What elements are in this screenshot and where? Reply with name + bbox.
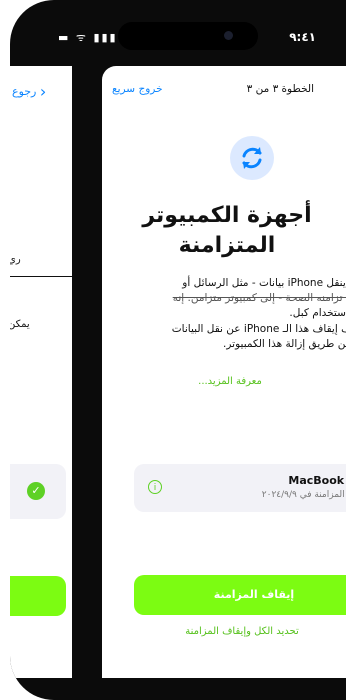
learn-more-link[interactable]: معرفة المزيد... [102,376,346,387]
checkmark-circle-icon: ✓ [27,482,45,500]
status-time: ٩:٤١ [289,30,316,44]
status-bar: ▬ ᯤ ▮▮▮ ٩:٤١ [10,0,346,66]
page-title: أجهزة الكمبيوتر المتزامنة [102,201,346,261]
description-line-2: يا تزامنه الصحة - إلى كمبيوتر متزامن. إن… [172,292,346,304]
description-2-line-1: ف إيقاف هذا الـ iPhone عن نقل البيانات [171,323,346,335]
device-name: MacBook P [288,474,346,487]
divider-line [10,276,72,277]
previous-device-card[interactable]: ✓ [10,464,66,519]
status-icons: ▬ ᯤ ▮▮▮ [58,30,118,45]
divider [72,66,76,678]
previous-text-2: يمكن [10,319,30,330]
screen: ‹ رجوع ري يمكن ✓ خروج سريع الخطوة ٣ من ٣ [10,66,346,678]
back-label: رجوع [12,85,37,98]
description-line-3: باستخدام كبل. [289,307,346,319]
wifi-icon: ᯤ [75,31,88,44]
title-line-2: المتزامنة [178,233,276,258]
divider [92,66,98,678]
divider [82,66,86,678]
info-circle-icon[interactable]: i [148,480,162,494]
previous-text-1: ري [10,254,21,265]
title-line-1: أجهزة الكمبيوتر [142,203,312,228]
battery-icon: ▬ [58,31,71,44]
camera-icon [224,31,233,40]
sync-computers-screen: خروج سريع الخطوة ٣ من ٣ أجهزة الكمبيوتر … [102,66,346,678]
back-button[interactable]: ‹ رجوع [12,82,46,101]
select-all-stop-sync-button[interactable]: تحديد الكل وإيقاف المزامنة [134,626,346,637]
quick-exit-button[interactable]: خروج سريع [112,83,163,95]
cellular-signal-icon: ▮▮▮ [93,31,118,44]
phone-frame: ▬ ᯤ ▮▮▮ ٩:٤١ ‹ رجوع ري يمكن ✓ خروج سريع … [10,0,346,700]
step-indicator: الخطوة ٣ من ٣ [246,83,314,95]
previous-screen: ‹ رجوع ري يمكن ✓ [10,66,72,678]
chevron-left-icon: ‹ [39,82,47,101]
description-2-line-2: عن طريق إزالة هذا الكمبيوتر. [223,338,346,350]
previous-primary-button[interactable] [10,576,66,616]
sync-arrows-icon [230,136,274,180]
stop-sync-button[interactable]: إيقاف المزامنة [134,575,346,615]
device-card[interactable]: i MacBook P ت المزامنة في ٢٠٢٤/٩/٩ [134,464,346,512]
description: ا ينقل iPhone بيانات - مثل الرسائل أو يا… [116,276,346,321]
description-2: ف إيقاف هذا الـ iPhone عن نقل البيانات ع… [116,322,346,352]
dynamic-island [118,22,258,50]
description-line-1: ا ينقل iPhone بيانات - مثل الرسائل أو [182,277,346,289]
device-last-sync: ت المزامنة في ٢٠٢٤/٩/٩ [261,490,346,500]
